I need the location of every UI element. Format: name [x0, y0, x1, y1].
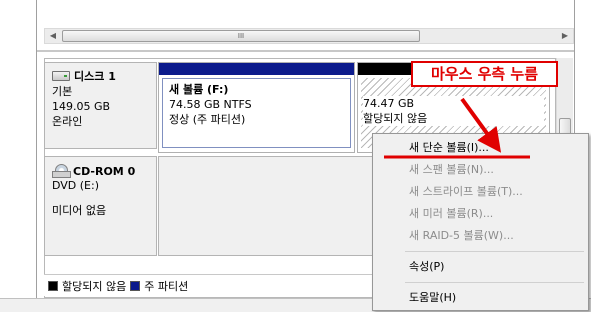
partition-f[interactable]: 새 볼륨 (F:) 74.58 GB NTFS 정상 (주 파티션) — [158, 62, 355, 153]
scrollbar-thumb[interactable]: III — [62, 30, 420, 42]
context-menu: 새 단순 볼륨(I)... 새 스팬 볼륨(N)... 새 스트라이프 볼륨(T… — [372, 133, 589, 311]
menu-item-new-simple-volume[interactable]: 새 단순 볼륨(I)... — [375, 137, 586, 159]
scrollbar-grip: III — [237, 32, 245, 40]
disk-1-type: 기본 — [52, 85, 73, 98]
cdrom-0-type: DVD (E:) — [52, 179, 100, 192]
cdrom-0-name: CD-ROM 0 — [73, 164, 136, 178]
partition-f-body: 새 볼륨 (F:) 74.58 GB NTFS 정상 (주 파티션) — [162, 78, 351, 148]
pane-splitter[interactable] — [37, 50, 574, 52]
annotation-callout: 마우스 우측 누름 — [411, 61, 558, 87]
primary-partition-bar — [159, 63, 354, 75]
menu-item-new-mirrored-volume: 새 미러 볼륨(R)... — [409, 207, 494, 220]
menu-separator — [405, 251, 584, 252]
partition-f-title: 새 볼륨 (F:) — [169, 83, 229, 96]
hard-disk-icon — [52, 71, 70, 81]
menu-item-new-striped-volume: 새 스트라이프 볼륨(T)... — [409, 185, 523, 198]
partition-f-status: 정상 (주 파티션) — [169, 113, 246, 126]
unallocated-status: 할당되지 않음 — [363, 112, 428, 125]
scroll-right-icon[interactable]: ▶ — [557, 29, 573, 43]
cd-drive-icon — [52, 164, 71, 178]
cdrom-0-header[interactable]: CD-ROM 0 DVD (E:) 미디어 없음 — [44, 156, 157, 256]
menu-item-properties[interactable]: 속성(P) — [375, 256, 586, 278]
disk-1-status: 온라인 — [52, 115, 83, 128]
menu-separator — [405, 282, 584, 283]
partition-f-size: 74.58 GB NTFS — [169, 98, 252, 111]
cdrom-0-media: 미디어 없음 — [52, 204, 107, 217]
unallocated-swatch — [48, 280, 58, 291]
disk-1-header[interactable]: 디스크 1 기본 149.05 GB 온라인 — [44, 62, 157, 149]
frame-left-border — [36, 0, 37, 300]
disk-1-size: 149.05 GB — [52, 100, 111, 113]
menu-item-new-spanned-volume: 새 스팬 볼륨(N)... — [409, 163, 494, 176]
scroll-left-icon[interactable]: ◀ — [45, 29, 61, 43]
horizontal-scrollbar[interactable]: ◀ III ▶ — [44, 28, 574, 44]
legend-primary: 주 파티션 — [144, 279, 189, 293]
menu-item-help[interactable]: 도움말(H) — [375, 287, 586, 309]
legend-unallocated: 할당되지 않음 — [62, 279, 127, 293]
disk-1-name: 디스크 1 — [74, 70, 116, 83]
primary-partition-swatch — [130, 280, 141, 291]
unallocated-size: 74.47 GB — [363, 97, 415, 110]
menu-item-new-raid5-volume: 새 RAID-5 볼륨(W)... — [409, 229, 514, 242]
